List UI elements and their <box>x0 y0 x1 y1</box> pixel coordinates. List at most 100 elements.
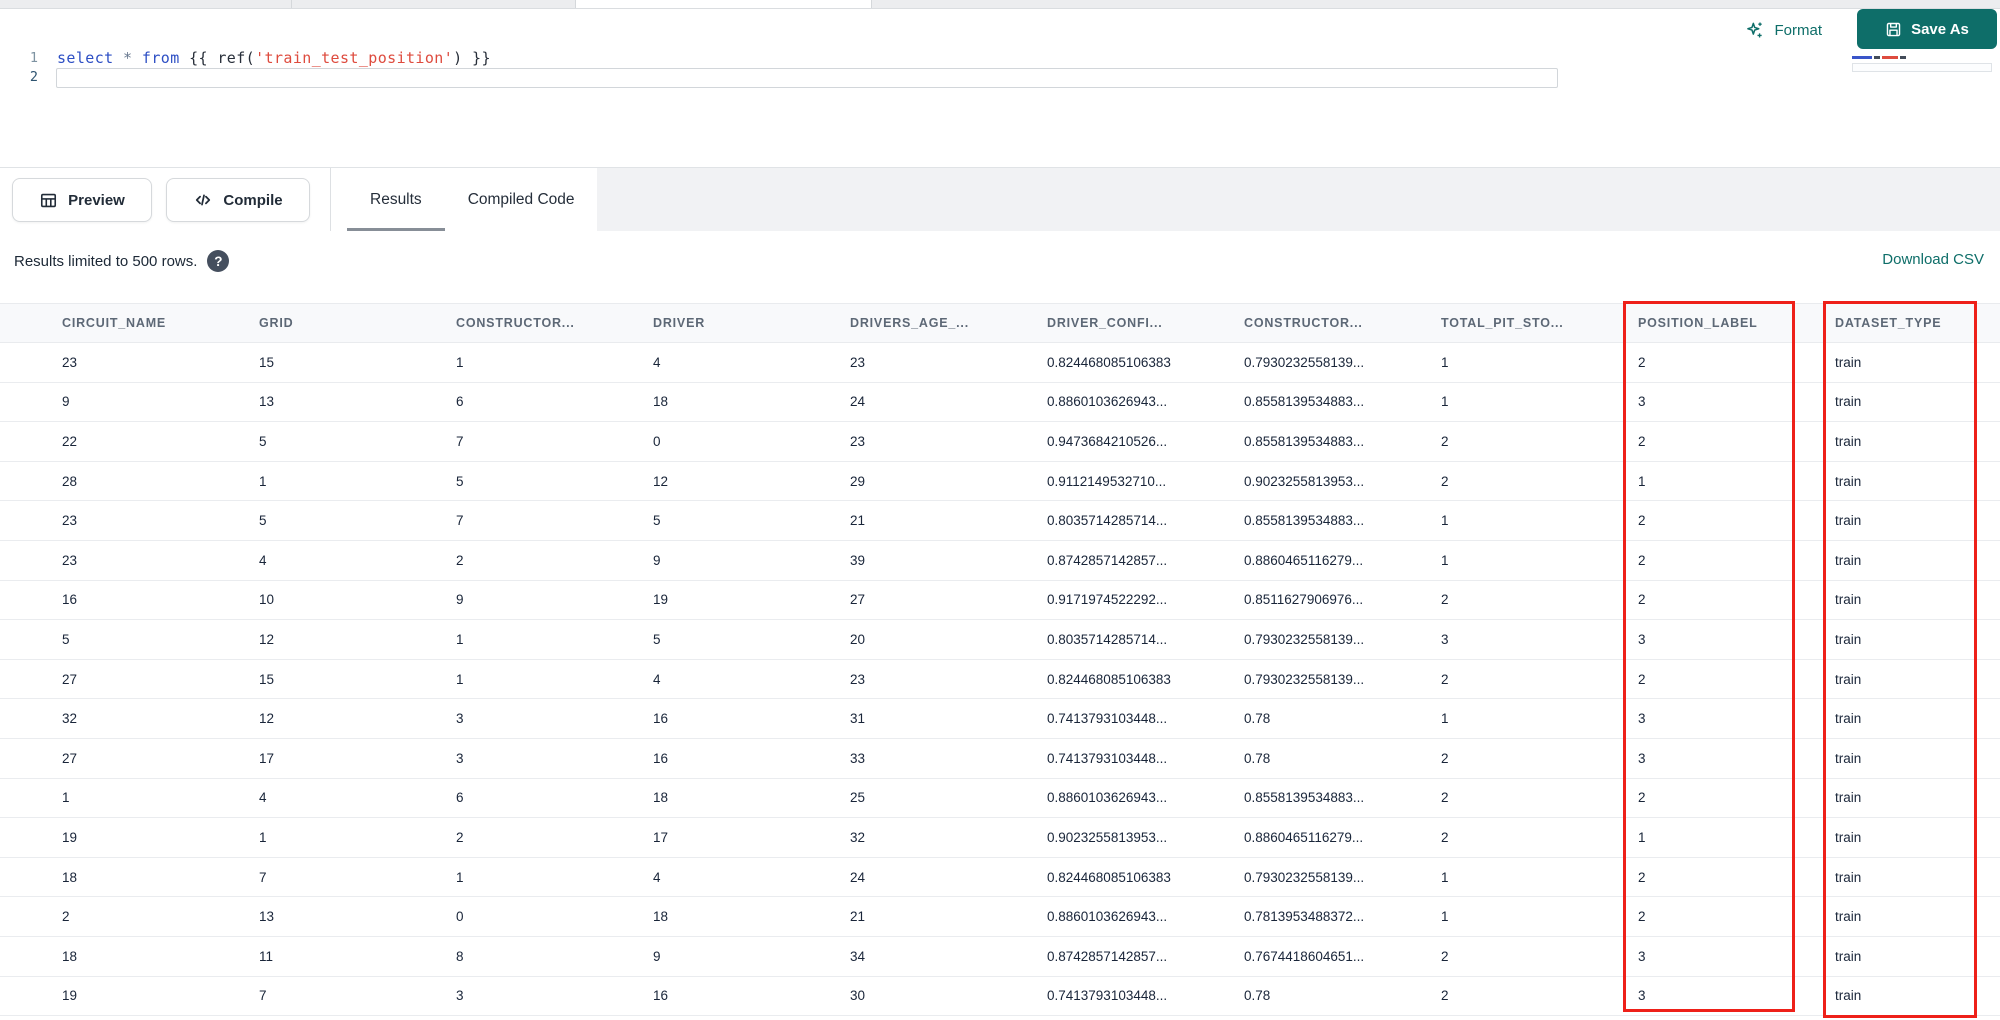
cell: 16 <box>653 711 669 727</box>
cell: 0.8860465116279... <box>1244 552 1364 568</box>
cell: 0.78 <box>1244 988 1271 1004</box>
cell: 18 <box>62 948 78 964</box>
active-file-tab-fragment <box>575 0 871 8</box>
cell: 0.8511627906976... <box>1244 592 1364 608</box>
cell: 1 <box>1441 552 1449 568</box>
cell: 7 <box>456 513 464 529</box>
cell: 1 <box>1638 473 1646 489</box>
cell: 12 <box>259 631 275 647</box>
format-button[interactable]: Format <box>1745 16 1822 44</box>
cell: 21 <box>850 909 866 925</box>
jinja-close: ) }} <box>453 49 491 67</box>
jinja-ref-call: ref( <box>217 49 256 67</box>
cell: 3 <box>1638 631 1646 647</box>
cell: 0.7930232558139... <box>1244 869 1365 885</box>
tab-results[interactable]: Results <box>347 168 445 231</box>
cell: 16 <box>653 750 669 766</box>
cell: 3 <box>1441 631 1449 647</box>
cell: train <box>1835 473 1862 489</box>
preview-label: Preview <box>68 191 125 209</box>
compile-button[interactable]: Compile <box>166 178 310 222</box>
file-tab-strip <box>0 0 2000 9</box>
cell: 19 <box>62 829 78 845</box>
download-csv-link[interactable]: Download CSV <box>1882 251 1984 268</box>
cell: 39 <box>850 552 866 568</box>
results-info-row: Results limited to 500 rows. ? Download … <box>0 231 2000 303</box>
cell: 13 <box>259 909 275 925</box>
help-icon[interactable]: ? <box>207 250 230 272</box>
cell: 28 <box>62 473 78 489</box>
column-header-3-driver: DRIVER <box>653 316 706 330</box>
cell: 7 <box>456 433 464 449</box>
dbt-ide-results-pane: Format Save As 1 2 select * from {{ ref(… <box>0 0 2000 1020</box>
cell: 2 <box>1638 909 1646 925</box>
cell: train <box>1835 394 1862 410</box>
table-row: 28 1 5 12 29 0.9112149532710... 0.902325581395… <box>0 461 2000 502</box>
preview-button[interactable]: Preview <box>12 178 152 222</box>
editor-minimap[interactable] <box>1852 55 1998 77</box>
line-number-1: 1 <box>29 50 38 66</box>
column-header-6-constructor: CONSTRUCTOR... <box>1244 316 1363 330</box>
cell: 9 <box>62 394 70 410</box>
floppy-disk-icon <box>1885 21 1902 38</box>
cell: 12 <box>259 711 275 727</box>
cell: train <box>1835 948 1862 964</box>
sql-keyword: from <box>141 49 180 67</box>
tab-divider <box>291 0 292 8</box>
table-row: 27 17 3 16 33 0.7413793103448... 0.78 2 3 train <box>0 738 2000 779</box>
cell: 27 <box>850 592 866 608</box>
cell: 0.8558139534883... <box>1244 513 1365 529</box>
tab-divider <box>871 0 872 8</box>
table-row: 16 10 9 19 27 0.9171974522292... 0.85116279069… <box>0 580 2000 621</box>
cell: 1 <box>1441 869 1449 885</box>
results-action-bar: Preview Compile Results Compiled Code <box>0 167 2000 232</box>
cell: 33 <box>850 750 866 766</box>
cell: 27 <box>62 750 78 766</box>
cell: 1 <box>62 790 70 806</box>
cell: 5 <box>259 513 267 529</box>
action-bar-divider <box>330 168 331 231</box>
ws <box>132 49 141 67</box>
cell: 5 <box>653 513 661 529</box>
cell: 30 <box>850 988 866 1004</box>
cell: 1 <box>1638 829 1646 845</box>
table-row: 23 4 2 9 39 0.8742857142857... 0.8860465116279… <box>0 540 2000 581</box>
table-row: 23 15 1 4 23 0.824468085106383 0.7930232558139… <box>0 343 2000 383</box>
tab-compiled-code[interactable]: Compiled Code <box>445 168 598 231</box>
column-header-4-drivers-age: DRIVERS_AGE_... <box>850 316 969 330</box>
cell: 23 <box>850 433 866 449</box>
cell: 32 <box>62 711 78 727</box>
column-header-9-dataset-type: DATASET_TYPE <box>1835 316 1942 330</box>
cell: 5 <box>62 631 70 647</box>
table-body: 23 15 1 4 23 0.824468085106383 0.7930232558139… <box>0 343 2000 1017</box>
save-as-button[interactable]: Save As <box>1857 9 1997 49</box>
cell: 1 <box>1441 513 1449 529</box>
cell: 3 <box>1638 750 1646 766</box>
ws <box>114 49 123 67</box>
cell: 11 <box>259 948 274 964</box>
cell: 3 <box>1638 948 1646 964</box>
sql-editor-surface[interactable]: 1 2 select * from {{ ref('train_test_pos… <box>0 49 2000 167</box>
cell: 2 <box>456 552 464 568</box>
table-row: 19 7 3 16 30 0.7413793103448... 0.78 2 3 train <box>0 976 2000 1017</box>
cell: 3 <box>456 750 464 766</box>
cell: 1 <box>1441 354 1449 370</box>
table-row: 9 13 6 18 24 0.8860103626943... 0.855813953488… <box>0 382 2000 423</box>
cell: 4 <box>653 671 661 687</box>
results-limit-text: Results limited to 500 rows. <box>14 252 198 270</box>
cell: 0.9112149532710... <box>1047 473 1167 489</box>
cell: train <box>1835 354 1862 370</box>
cell: 22 <box>62 433 78 449</box>
cell: 2 <box>1638 592 1646 608</box>
cell: 0.8860103626943... <box>1047 909 1168 925</box>
cell: 16 <box>62 592 78 608</box>
table-row: 5 12 1 5 20 0.8035714285714... 0.7930232558139… <box>0 620 2000 660</box>
jinja-open: {{ <box>179 49 218 67</box>
cell: 3 <box>456 988 464 1004</box>
compile-label: Compile <box>223 191 283 209</box>
tab-divider <box>575 0 576 8</box>
cell: 2 <box>1638 671 1646 687</box>
cell: 0.8035714285714... <box>1047 513 1168 529</box>
cell: 19 <box>653 592 669 608</box>
save-as-label: Save As <box>1911 20 1969 38</box>
